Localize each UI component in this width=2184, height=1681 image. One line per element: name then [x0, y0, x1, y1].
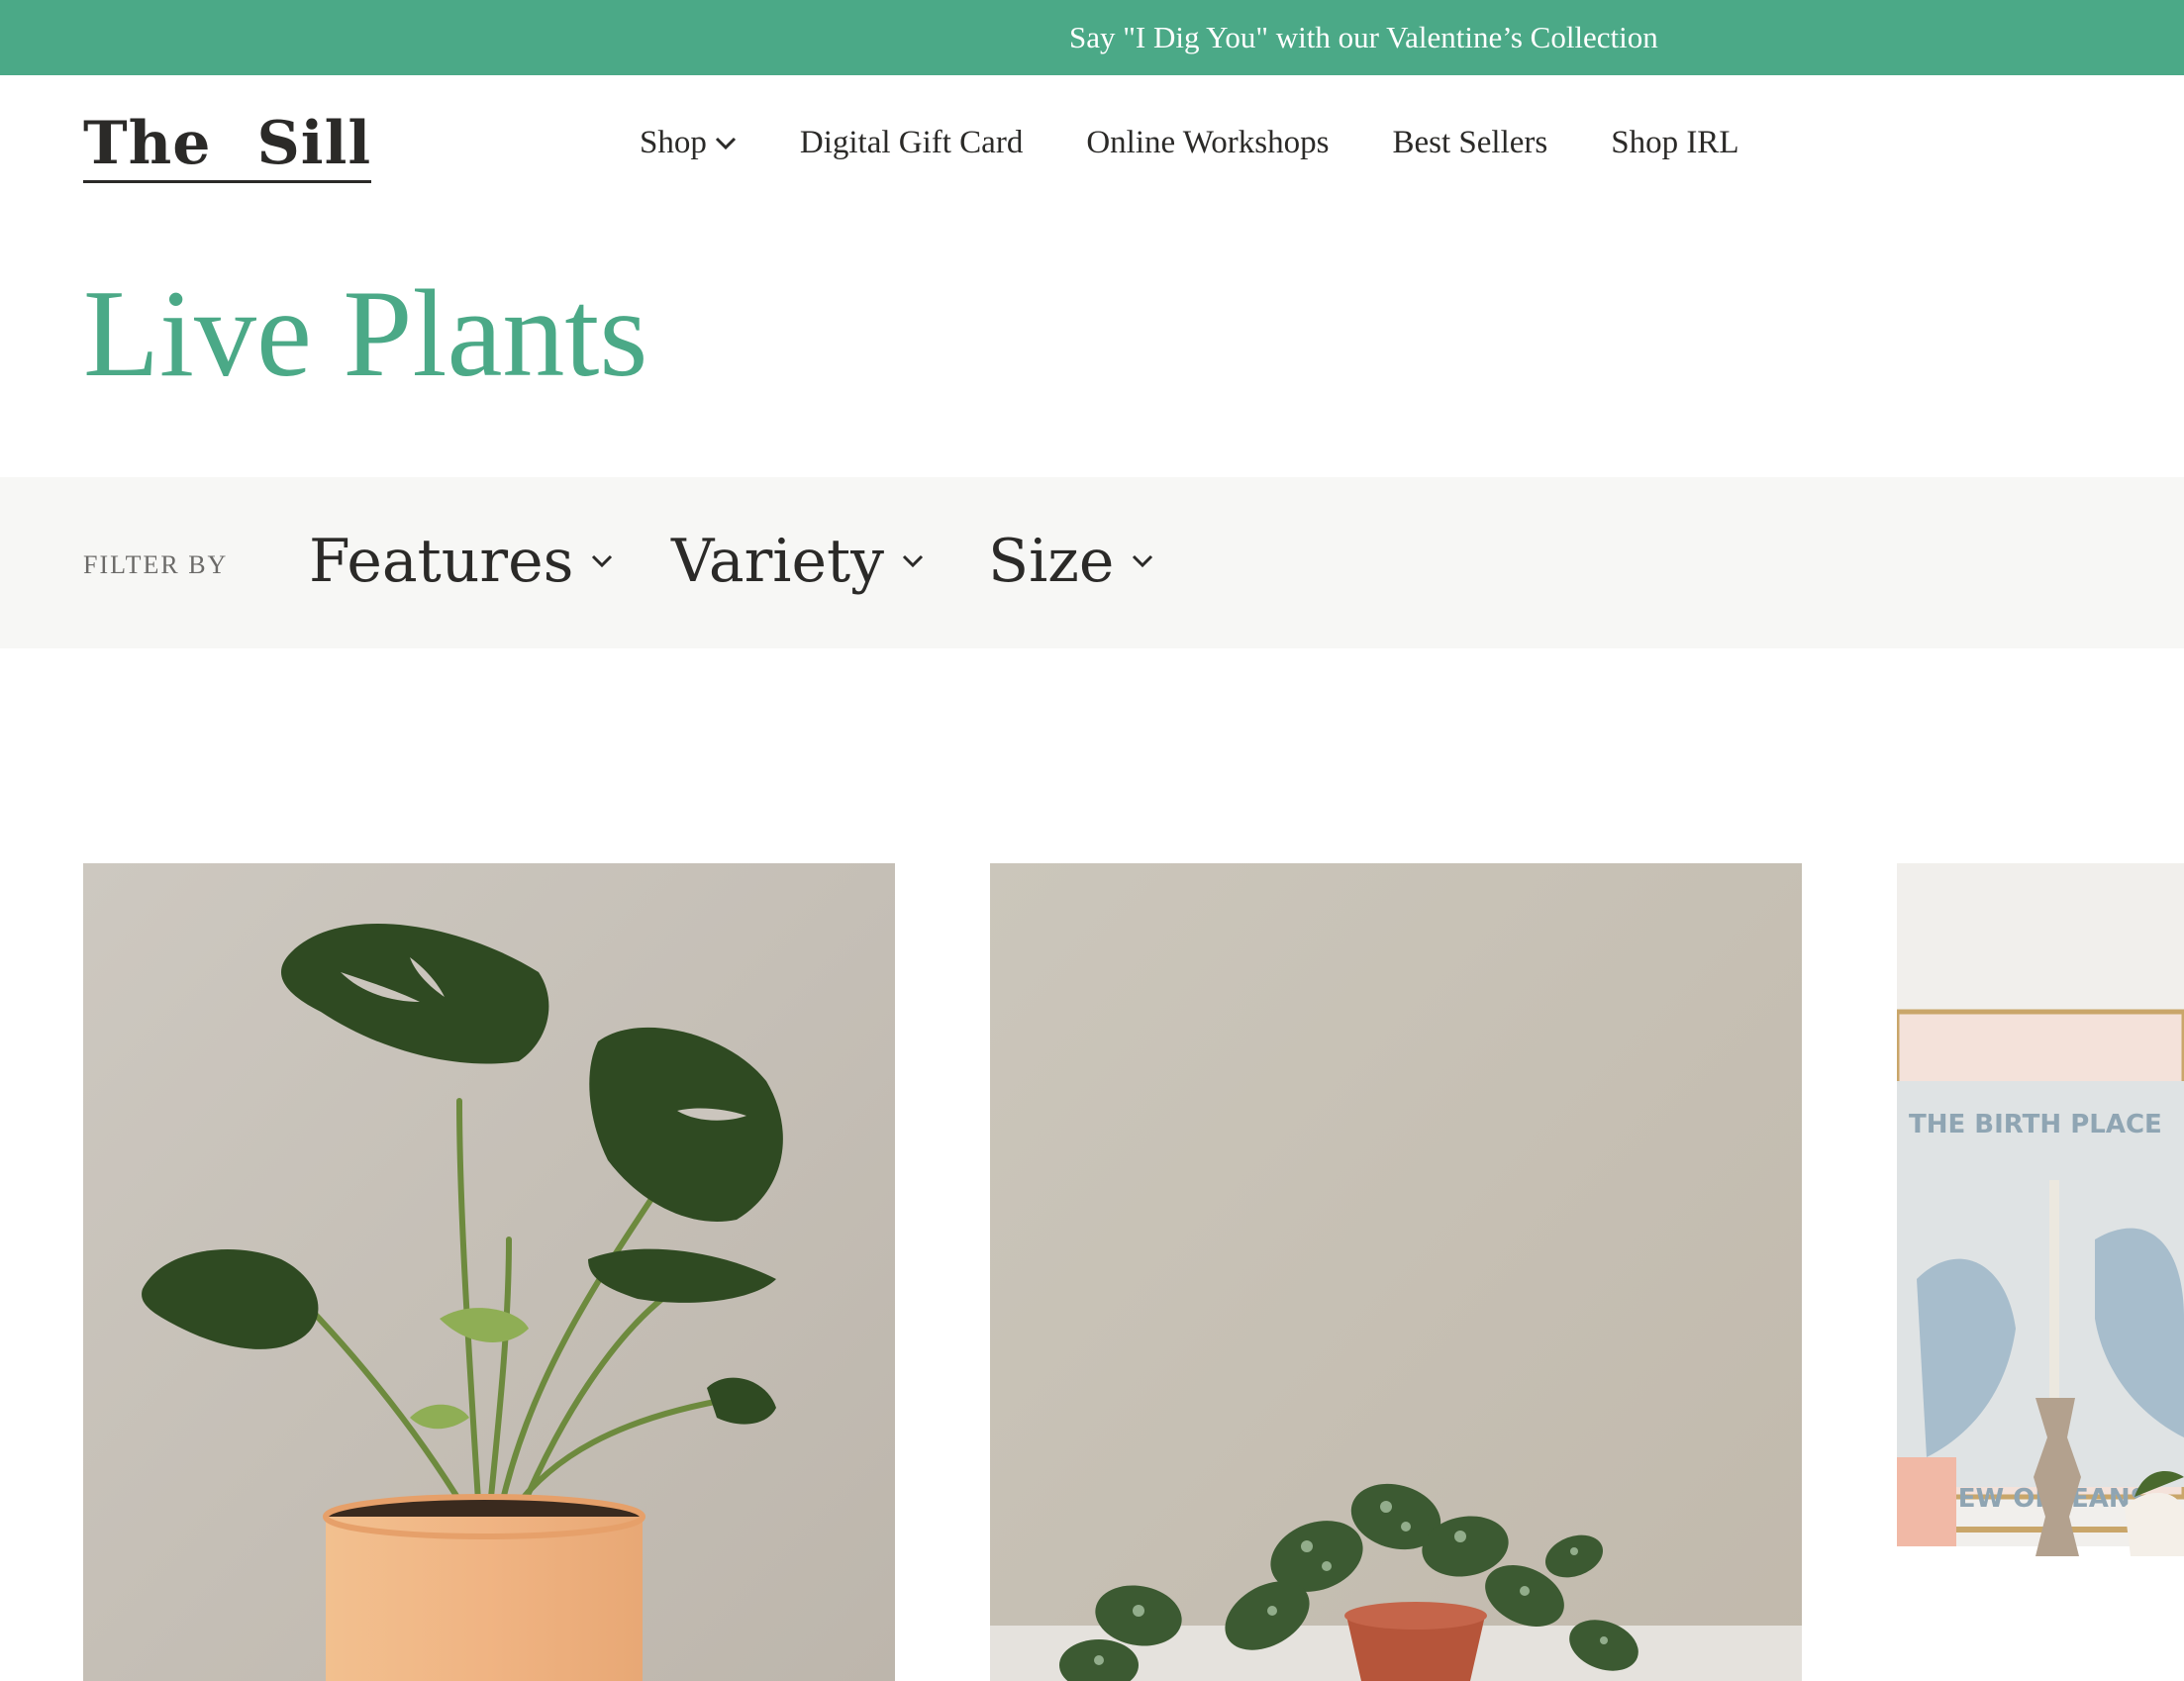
nav-label: Shop IRL	[1611, 125, 1739, 160]
filter-variety-label: Variety	[671, 527, 884, 596]
product-image-monstera[interactable]	[83, 863, 895, 1681]
chevron-down-icon	[592, 554, 613, 568]
promo-banner[interactable]: Say "I Dig You" with our Valentine’s Col…	[0, 0, 2184, 75]
nav-shop-label: Shop	[640, 125, 707, 160]
nav-label: Online Workshops	[1086, 125, 1330, 160]
product-image-lifestyle[interactable]: THE BIRTH PLACE NEW ORLEANS	[1897, 863, 2184, 1681]
filter-variety[interactable]: Variety	[671, 527, 924, 596]
chevron-down-icon	[902, 554, 924, 568]
logo-word-the: The	[83, 109, 212, 178]
product-card[interactable]	[83, 863, 895, 1681]
nav-shop-irl[interactable]: Shop IRL	[1611, 125, 1738, 161]
main-nav: Shop Digital Gift Card Online Workshops …	[640, 125, 1802, 161]
nav-best-sellers[interactable]: Best Sellers	[1392, 125, 1547, 161]
filter-features-label: Features	[309, 527, 574, 596]
product-image-pothos[interactable]	[990, 863, 1802, 1681]
chevron-down-icon	[715, 137, 736, 149]
product-card[interactable]	[990, 863, 1802, 1681]
nav-label: Best Sellers	[1392, 125, 1548, 160]
poster-text-top: THE BIRTH PLACE	[1909, 1110, 2162, 1139]
nav-digital-gift-card[interactable]: Digital Gift Card	[800, 125, 1023, 161]
nav-label: Digital Gift Card	[799, 125, 1024, 160]
logo-word-sill: Sill	[256, 109, 372, 178]
product-card[interactable]: THE BIRTH PLACE NEW ORLEANS	[1897, 863, 2184, 1681]
chevron-down-icon	[1133, 554, 1153, 568]
promo-link[interactable]: Say "I Dig You" with our Valentine’s Col…	[1069, 20, 1658, 55]
nav-online-workshops[interactable]: Online Workshops	[1086, 125, 1329, 161]
filter-features[interactable]: Features	[309, 527, 613, 596]
filter-by-label: FILTER BY	[83, 550, 229, 579]
nav-shop[interactable]: Shop	[640, 125, 737, 161]
filter-size[interactable]: Size	[988, 527, 1153, 596]
filter-size-label: Size	[988, 527, 1115, 596]
logo[interactable]: The Sill	[83, 109, 372, 183]
page-title: Live Plants	[83, 265, 648, 403]
